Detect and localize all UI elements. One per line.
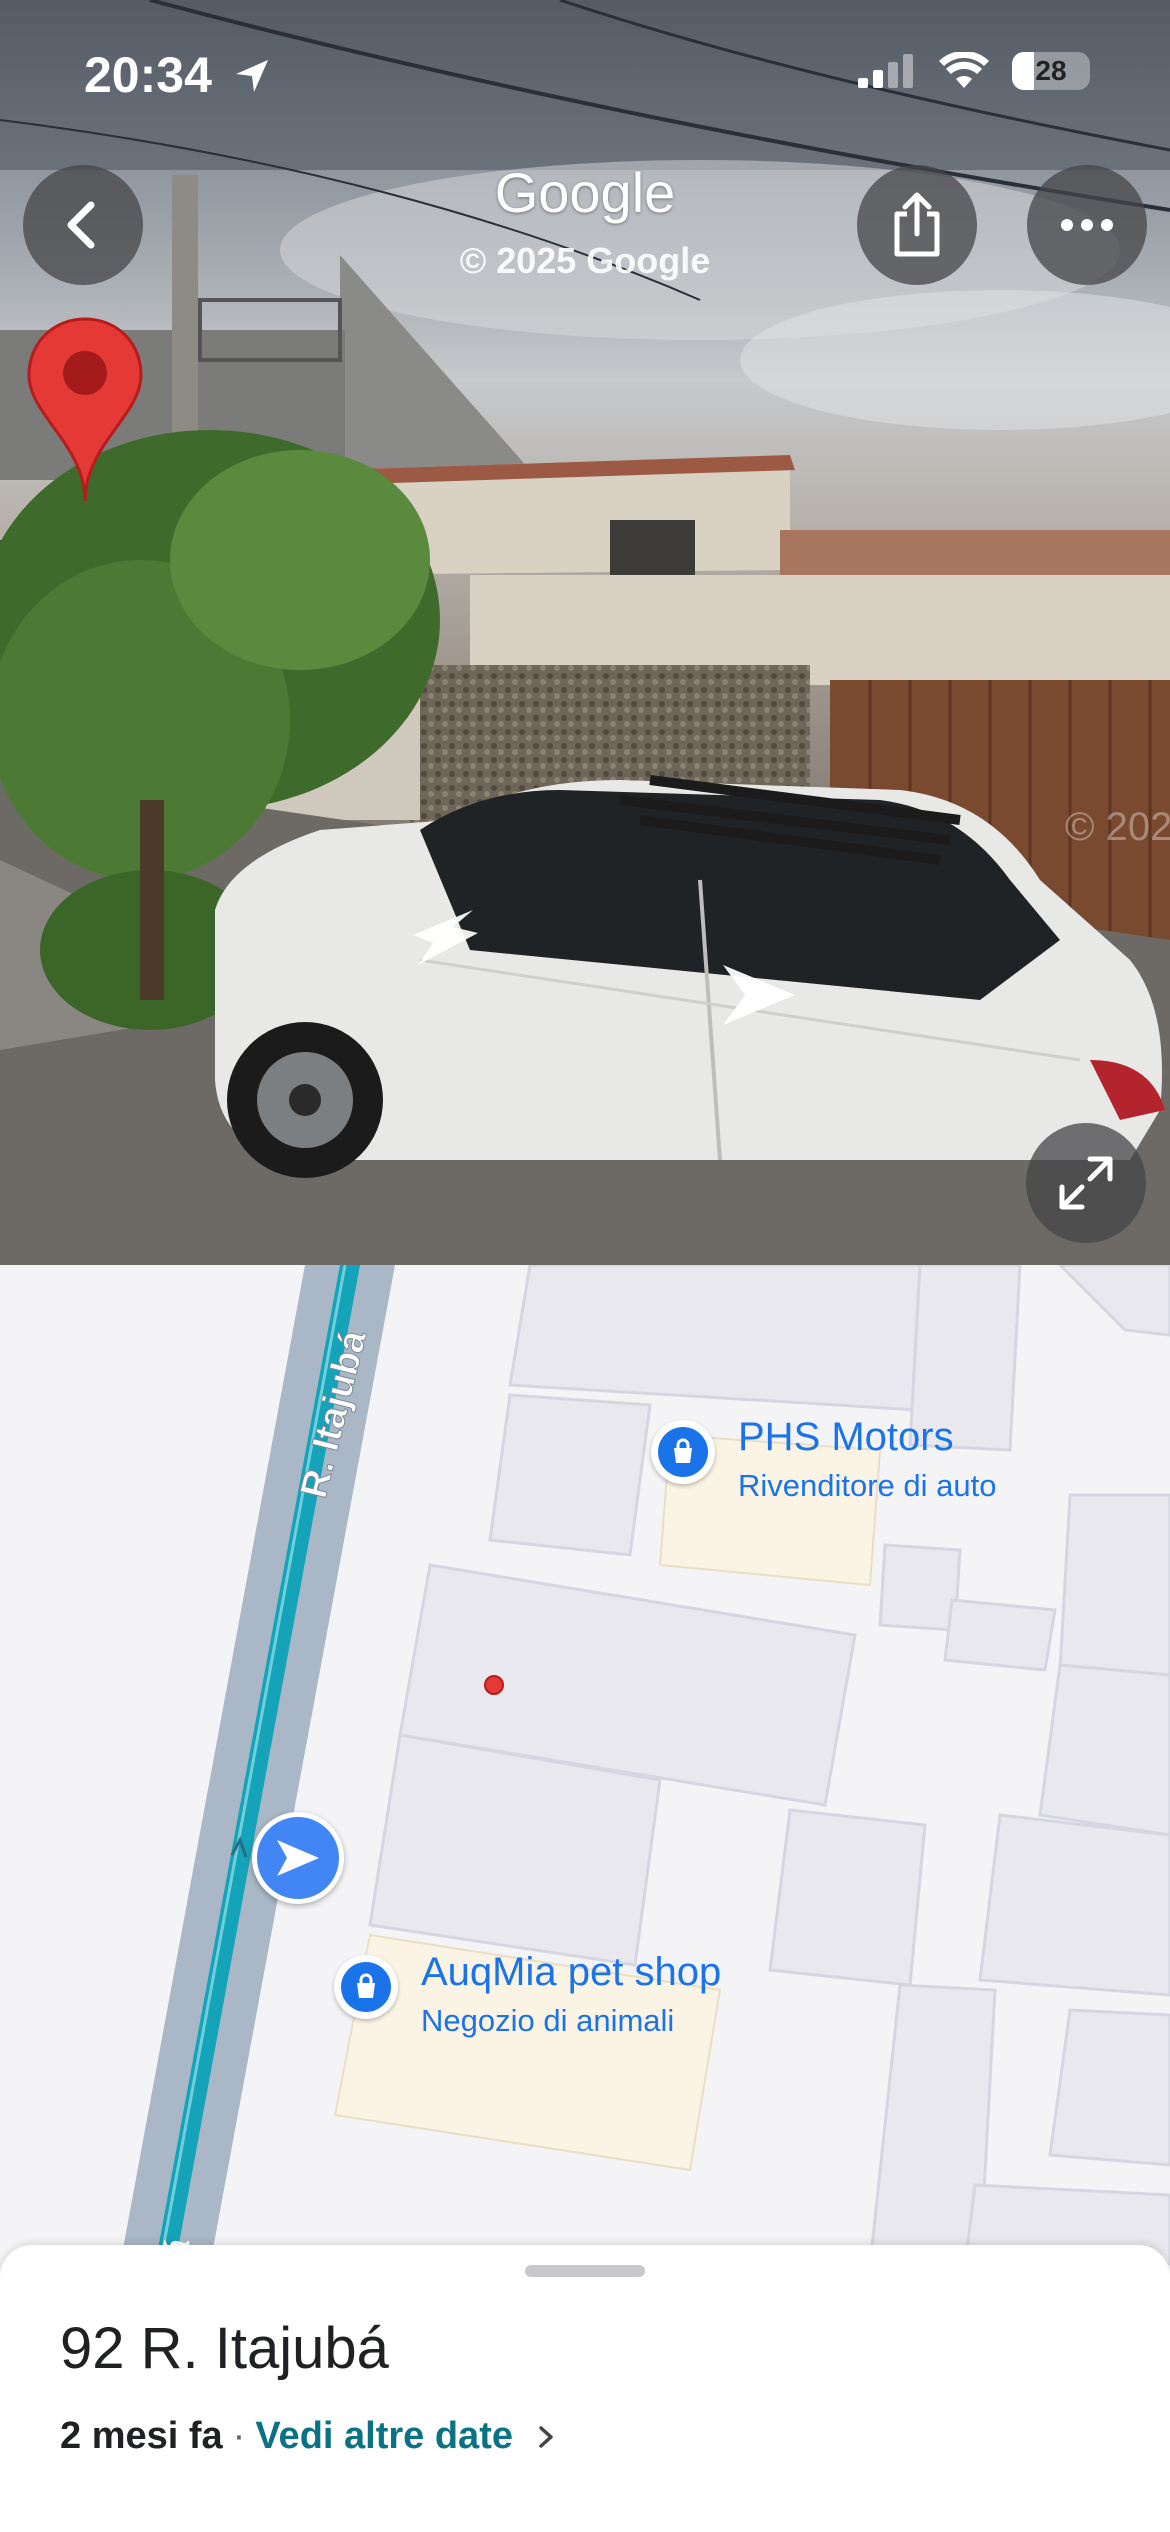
battery-fill: [1012, 52, 1034, 90]
poi-phs-motors-category: Rivenditore di auto: [738, 1468, 997, 1503]
fullscreen-button[interactable]: [1026, 1123, 1146, 1243]
street-view-panorama[interactable]: © 2025 20:34: [0, 0, 1170, 1265]
poi-phs-motors-name[interactable]: PHS Motors: [738, 1415, 954, 1460]
street-view-copyright: © 2025 Google: [459, 240, 711, 281]
map-canvas[interactable]: R. Itajubá á: [0, 1265, 1170, 2265]
poi-auqmia-category: Negozio di animali: [421, 2003, 675, 2038]
location-dot: [484, 1675, 504, 1695]
navigation-arrow-icon: [277, 1840, 319, 1876]
street-view-title: Google: [494, 161, 676, 224]
map-view[interactable]: R. Itajubá á PHS Motors Rivenditore di a…: [0, 1265, 1170, 2265]
imagery-date: 2 mesi fa: [60, 2415, 223, 2457]
street-view-move-forward-arrow-icon[interactable]: [715, 960, 805, 1030]
status-time-text: 20:34: [84, 47, 212, 103]
see-more-dates-link[interactable]: Vedi altre date: [255, 2415, 513, 2458]
street-view-watermark: © 2025: [1065, 805, 1170, 849]
status-time: 20:34: [84, 46, 272, 104]
chevron-right-icon[interactable]: [531, 2422, 561, 2452]
shopping-bag-icon: [658, 1427, 708, 1477]
sheet-drag-handle[interactable]: [525, 2265, 645, 2277]
share-button[interactable]: [857, 165, 977, 285]
wifi-icon: [939, 52, 989, 88]
battery-level: 28: [1035, 55, 1067, 86]
place-title: 92 R. Itajubá: [60, 2316, 389, 2381]
location-pin-icon: [27, 317, 143, 502]
date-separator: ·: [232, 2415, 246, 2457]
battery-indicator: 28: [1012, 52, 1090, 90]
more-horizontal-icon: [1061, 219, 1113, 231]
more-options-button[interactable]: [1027, 165, 1147, 285]
poi-auqmia-name[interactable]: AuqMia pet shop: [421, 1950, 721, 1995]
status-bar: 20:34 28: [0, 0, 1170, 150]
expand-icon: [1059, 1156, 1113, 1210]
location-arrow-icon: [235, 60, 268, 92]
status-indicators: 28: [856, 52, 1090, 90]
poi-phs-motors-pin[interactable]: [651, 1420, 715, 1484]
imagery-date-row: 2 mesi fa · Vedi altre date: [60, 2415, 561, 2458]
place-info-sheet[interactable]: 92 R. Itajubá 2 mesi fa · Vedi altre dat…: [0, 2245, 1170, 2532]
poi-auqmia-pin[interactable]: [334, 1955, 398, 2019]
shopping-bag-icon: [341, 1962, 391, 2012]
street-view-position-marker[interactable]: [252, 1812, 344, 1904]
street-view-move-back-arrow-icon[interactable]: [398, 905, 488, 975]
cellular-signal-icon: [858, 54, 913, 88]
share-icon: [894, 192, 940, 257]
